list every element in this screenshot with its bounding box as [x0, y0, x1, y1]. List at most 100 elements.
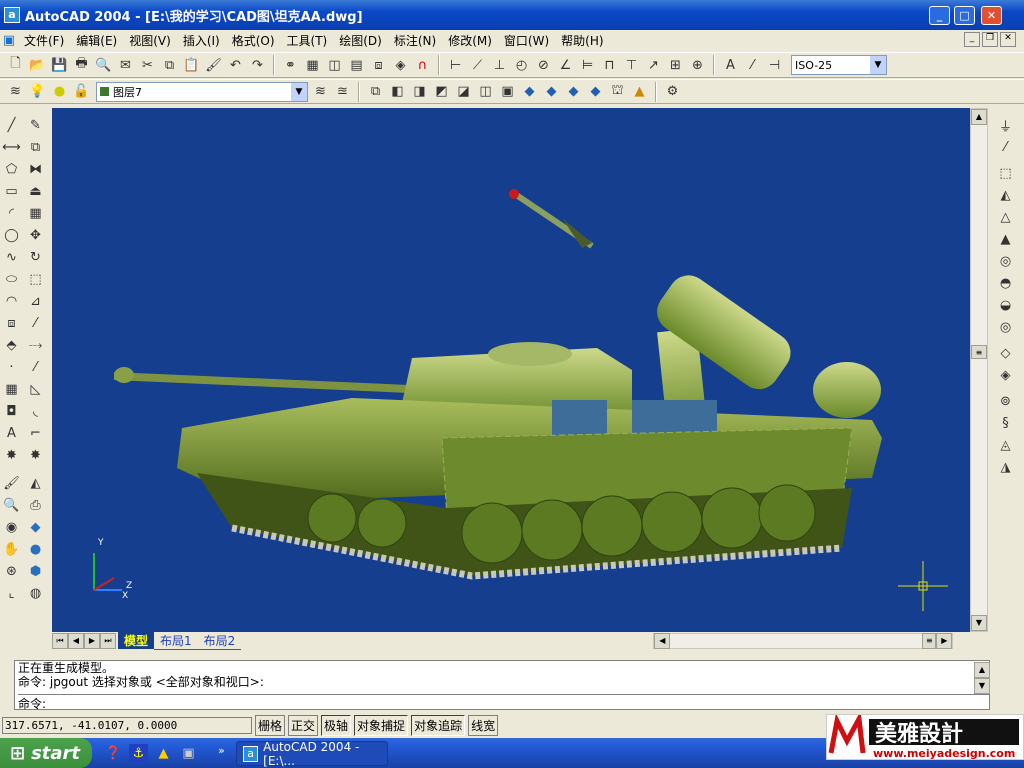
- make-current-layer-icon[interactable]: ≋: [311, 82, 330, 101]
- radius-dim-icon[interactable]: ◴: [512, 56, 531, 75]
- menu-modify[interactable]: 修改(M): [442, 32, 498, 49]
- chevron-down-icon[interactable]: ▼: [870, 56, 886, 74]
- right-view-icon[interactable]: ◪: [454, 82, 473, 101]
- taskbar-item-autocad[interactable]: a AutoCAD 2004 - [E:\...: [236, 740, 388, 768]
- menu-help[interactable]: 帮助(H): [555, 32, 609, 49]
- ne-iso-icon[interactable]: ◆: [564, 82, 583, 101]
- cmd-scroll-up-icon[interactable]: ▲: [974, 662, 990, 678]
- mesh-icon[interactable]: ◇: [996, 344, 1015, 363]
- model-viewport[interactable]: Y Z X: [52, 108, 970, 632]
- save-icon[interactable]: 💾: [50, 56, 69, 75]
- autocad-app-icon[interactable]: a: [4, 7, 20, 23]
- undo-icon[interactable]: ↶: [226, 56, 245, 75]
- dim-update-icon[interactable]: ⊣: [765, 56, 784, 75]
- block-icon[interactable]: ⧈: [2, 314, 21, 333]
- mirror-icon[interactable]: ⧓: [26, 160, 45, 179]
- edgesurf-icon[interactable]: ◮: [996, 458, 1015, 477]
- dim-text-edit-icon[interactable]: ⁄: [743, 56, 762, 75]
- document-icon[interactable]: ▣: [0, 31, 18, 50]
- lineweight-toggle[interactable]: 线宽: [468, 714, 499, 736]
- zoom-realtime-icon[interactable]: 🔍: [2, 496, 21, 515]
- ortho-toggle[interactable]: 正交: [288, 714, 319, 736]
- dish-icon[interactable]: ◒: [996, 296, 1015, 315]
- designcenter-icon[interactable]: ▦: [303, 56, 322, 75]
- layer-select[interactable]: 图层7 ▼: [96, 81, 308, 102]
- pyramid-icon[interactable]: △: [996, 208, 1015, 227]
- chamfer-icon[interactable]: ◺: [26, 380, 45, 399]
- doc-close-button[interactable]: ✕: [1000, 32, 1016, 47]
- ordinate-dim-icon[interactable]: ⊥: [490, 56, 509, 75]
- break-icon[interactable]: ⁄: [26, 358, 45, 377]
- open-icon[interactable]: 📂: [28, 56, 47, 75]
- array-icon[interactable]: ▦: [26, 204, 45, 223]
- tab-last-icon[interactable]: ⏭: [100, 632, 116, 649]
- hatch-icon[interactable]: ▦: [2, 380, 21, 399]
- top-view-icon[interactable]: ◧: [388, 82, 407, 101]
- light-icon[interactable]: ▲: [630, 82, 649, 101]
- sphere-icon[interactable]: ●: [26, 540, 45, 559]
- menu-draw[interactable]: 绘图(D): [333, 32, 388, 49]
- erase-icon[interactable]: ✎: [26, 116, 45, 135]
- anchor-icon[interactable]: ⚓: [129, 744, 148, 763]
- rectangle-icon[interactable]: ▭: [2, 182, 21, 201]
- materials-icon[interactable]: ◉: [2, 518, 21, 537]
- region-icon[interactable]: ◘: [2, 402, 21, 421]
- orbit-icon[interactable]: ⊛: [2, 562, 21, 581]
- dim-edit-icon[interactable]: A: [721, 56, 740, 75]
- insert-icon[interactable]: ⬘: [2, 336, 21, 355]
- line-icon[interactable]: ╱: [2, 116, 21, 135]
- circle-icon[interactable]: ◯: [2, 226, 21, 245]
- tab-layout1[interactable]: 布局1: [154, 632, 198, 650]
- lock-icon[interactable]: 🔓: [72, 82, 91, 101]
- osnap-toggle[interactable]: 对象捕捉: [354, 714, 409, 736]
- hyperlink-icon[interactable]: ⚭: [281, 56, 300, 75]
- tab-model[interactable]: 模型: [118, 632, 155, 649]
- minimize-button[interactable]: _: [929, 6, 950, 25]
- properties-icon[interactable]: ◫: [325, 56, 344, 75]
- grid-toggle[interactable]: 栅格: [255, 714, 286, 736]
- mtext-icon[interactable]: A: [2, 424, 21, 443]
- doc-restore-button[interactable]: ❐: [982, 32, 998, 47]
- help-icon[interactable]: ❓: [104, 744, 123, 763]
- doc-minimize-button[interactable]: _: [964, 32, 980, 47]
- edit-icon[interactable]: ⁄: [996, 138, 1015, 157]
- tab-layout2[interactable]: 布局2: [197, 632, 242, 650]
- sphere-solid-icon[interactable]: ◎: [996, 252, 1015, 271]
- box-solid-icon[interactable]: ⬚: [996, 164, 1015, 183]
- render-icon[interactable]: ⚙: [663, 82, 682, 101]
- sun-icon[interactable]: ●: [50, 82, 69, 101]
- aligned-dim-icon[interactable]: ⟋: [468, 56, 487, 75]
- scale-icon[interactable]: ⬚: [26, 270, 45, 289]
- markup-icon[interactable]: ◈: [391, 56, 410, 75]
- menu-edit[interactable]: 编辑(E): [70, 32, 123, 49]
- horizontal-scrollbar[interactable]: ◀ ≡ ▶: [653, 632, 954, 649]
- stretch-icon[interactable]: ⊿: [26, 292, 45, 311]
- center-mark-icon[interactable]: ⊕: [688, 56, 707, 75]
- join-icon[interactable]: ⌐: [26, 424, 45, 443]
- torus-icon[interactable]: ◎: [996, 318, 1015, 337]
- menu-dimension[interactable]: 标注(N): [388, 32, 442, 49]
- close-button[interactable]: ✕: [981, 6, 1002, 25]
- ucs-icon[interactable]: ⌞: [2, 584, 21, 603]
- cone-icon[interactable]: ▲: [996, 230, 1015, 249]
- match-properties-icon[interactable]: 🖌: [204, 56, 223, 75]
- dimstyle-select[interactable]: ISO-25 ▼: [791, 55, 887, 75]
- start-button[interactable]: ⊞ start: [0, 738, 92, 768]
- copy-icon[interactable]: ⧉: [160, 56, 179, 75]
- menu-window[interactable]: 窗口(W): [498, 32, 555, 49]
- pan-icon[interactable]: ✋: [2, 540, 21, 559]
- extend-icon[interactable]: ⤏: [26, 336, 45, 355]
- dome-icon[interactable]: ◓: [996, 274, 1015, 293]
- ellipse-icon[interactable]: ⬭: [2, 270, 21, 289]
- layer-previous-icon[interactable]: ≊: [333, 82, 352, 101]
- preview-icon[interactable]: 🔍: [94, 56, 113, 75]
- camera-icon[interactable]: ⛫: [608, 82, 627, 101]
- scroll-left-icon[interactable]: ◀: [654, 632, 671, 649]
- baseline-dim-icon[interactable]: ⊓: [600, 56, 619, 75]
- toolpalette-icon[interactable]: ▤: [347, 56, 366, 75]
- rulesurf-icon[interactable]: ◬: [996, 436, 1015, 455]
- explode-tool-icon[interactable]: ✸: [26, 446, 45, 465]
- trim-icon[interactable]: ⁄: [26, 314, 45, 333]
- shade-icon[interactable]: ◍: [26, 584, 45, 603]
- named-views-icon[interactable]: ⧉: [366, 82, 385, 101]
